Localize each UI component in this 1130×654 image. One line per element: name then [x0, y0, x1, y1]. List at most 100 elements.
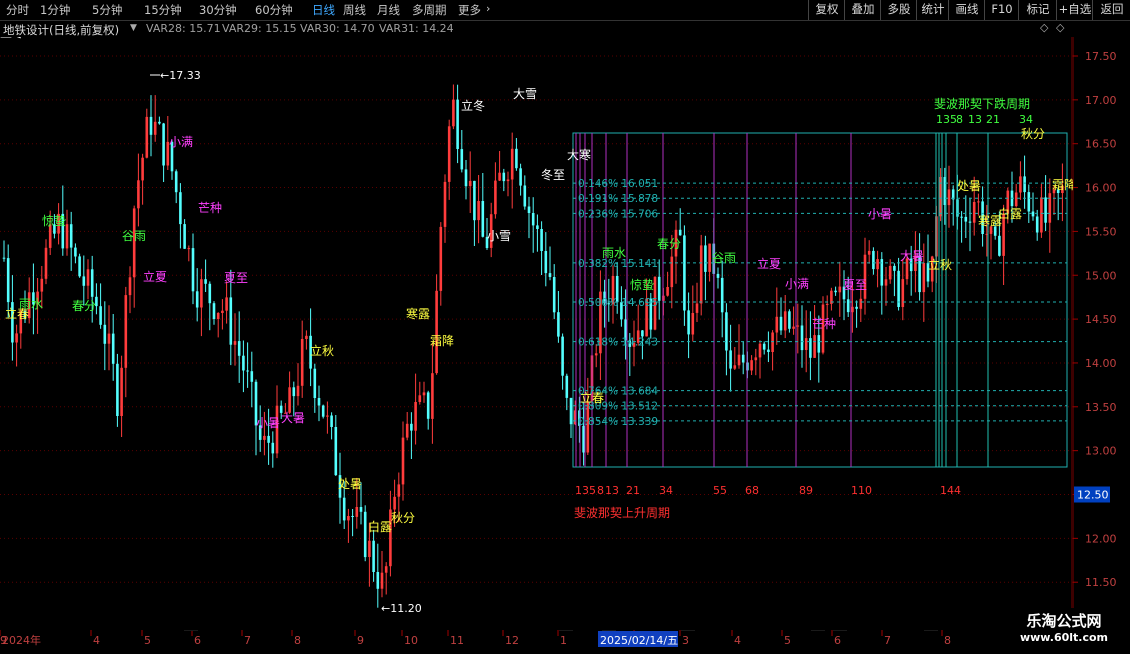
stock-title: 地铁设计(日线,前复权) — [3, 23, 120, 37]
candle-body — [200, 279, 203, 308]
solar-term-label: 立秋 — [310, 343, 334, 358]
candle-body — [267, 435, 270, 443]
candle-body — [1031, 211, 1035, 217]
candle-body — [116, 363, 119, 416]
candle-body — [548, 273, 552, 277]
fib-down-number: 3 — [943, 113, 950, 126]
candle-body — [393, 496, 396, 510]
solar-term-label: 雨水 — [19, 297, 43, 311]
candle-body — [1035, 216, 1039, 233]
candle-body — [708, 243, 711, 272]
fib-level-label: 0.236% 15.706 — [578, 208, 658, 220]
solar-term-label: 大暑 — [900, 249, 924, 263]
period-tab-multi[interactable]: 多周期 — [412, 2, 447, 18]
solar-term-label: 立冬 — [461, 98, 485, 113]
candle-body — [372, 540, 375, 572]
fib-up-number: 1 — [575, 484, 582, 497]
candle-body — [158, 121, 161, 124]
candle-body — [737, 354, 741, 366]
candle-body — [502, 172, 506, 182]
candle-body — [405, 423, 409, 438]
settings-triangle-icon[interactable]: ▼ — [130, 23, 137, 33]
draw-line-button[interactable]: 画线 — [948, 0, 985, 20]
watermark-title: 乐淘公式网 — [1026, 612, 1102, 630]
candle-body — [292, 387, 296, 397]
kline-chart[interactable]: 0.146% 16.051 0.191% 15.878 0.236% 15.706 0… — [0, 37, 1073, 630]
candle-body — [1019, 176, 1022, 193]
candle-body — [225, 297, 228, 311]
axis-tick-label: 15.00 — [1085, 269, 1117, 282]
axis-tick-label: 13.50 — [1085, 401, 1117, 414]
candle-body — [242, 355, 245, 371]
candle-body — [771, 332, 774, 352]
period-tab-5min[interactable]: 5分钟 — [92, 2, 122, 18]
current-price-label: 12.50 — [1077, 489, 1109, 502]
fib-up-number: 55 — [713, 484, 727, 497]
candle-body — [212, 303, 216, 319]
add-watchlist-button[interactable]: +自选 — [1056, 0, 1093, 20]
period-tab-weekly[interactable]: 周线 — [343, 2, 366, 18]
solar-term-label: 大暑 — [281, 411, 305, 425]
period-tab-15min[interactable]: 15分钟 — [144, 2, 182, 18]
candle-body — [2, 257, 6, 259]
chevron-right-icon[interactable]: › — [486, 2, 490, 15]
event-marker: 榜 — [603, 630, 614, 631]
period-tab-more[interactable]: 更多 — [458, 2, 481, 18]
candle-body — [788, 311, 791, 329]
low-price-label: ←11.20 — [381, 602, 422, 615]
f10-button[interactable]: F10 — [984, 0, 1019, 20]
candle-body — [296, 385, 300, 397]
candle-body — [376, 572, 380, 589]
candle-body — [347, 516, 350, 521]
candle-body — [78, 256, 81, 277]
period-tab-monthly[interactable]: 月线 — [377, 2, 400, 18]
candle-body — [149, 116, 153, 135]
candle-body — [872, 250, 875, 270]
candle-body — [1040, 197, 1043, 233]
candle-body — [460, 149, 464, 170]
back-button[interactable]: 返回 — [1092, 0, 1130, 20]
statistics-button[interactable]: 统计 — [916, 0, 949, 20]
diamond-icon-2[interactable]: ◇ — [1056, 21, 1064, 34]
period-tab-intraday[interactable]: 分时 — [6, 2, 29, 18]
event-marker: $ — [812, 630, 819, 631]
overlay-button[interactable]: 叠加 — [844, 0, 881, 20]
multi-stock-button[interactable]: 多股 — [880, 0, 917, 20]
candle-body — [300, 339, 304, 386]
month-label: 9 — [357, 634, 364, 647]
adjust-button[interactable]: 复权 — [808, 0, 845, 20]
candle-body — [641, 330, 644, 337]
candle-body — [401, 437, 405, 485]
period-tab-30min[interactable]: 30分钟 — [199, 2, 237, 18]
solar-term-label: 惊蛰 — [42, 213, 66, 228]
solar-term-label: 立秋 — [928, 257, 952, 272]
month-label: 6 — [834, 634, 841, 647]
period-tab-daily[interactable]: 日线 — [312, 2, 335, 18]
candle-body — [725, 312, 728, 351]
candle-body — [418, 395, 422, 402]
candle-body — [107, 333, 111, 344]
candle-body — [729, 350, 732, 369]
diamond-icon[interactable]: ◇ — [1040, 21, 1048, 34]
solar-term-label: 大寒 — [567, 147, 591, 162]
candle-body — [863, 254, 867, 299]
candle-body — [384, 566, 388, 573]
axis-tick-label: 11.50 — [1085, 576, 1117, 589]
candle-body — [893, 265, 896, 271]
candle-body — [208, 283, 212, 304]
candle-body — [380, 572, 384, 589]
fib-down-number: 34 — [1019, 113, 1033, 126]
candle-body — [111, 333, 115, 364]
candle-body — [435, 290, 438, 374]
candle-body — [237, 341, 241, 356]
month-label: 4 — [93, 634, 100, 647]
candle-body — [456, 99, 459, 149]
candle-body — [741, 354, 745, 363]
candle-body — [657, 276, 661, 301]
mark-button[interactable]: 标记 — [1018, 0, 1057, 20]
candle-body — [544, 251, 548, 274]
candle-body — [246, 370, 249, 372]
candle-body — [141, 157, 144, 181]
period-tab-60min[interactable]: 60分钟 — [255, 2, 293, 18]
period-tab-1min[interactable]: 1分钟 — [40, 2, 70, 18]
